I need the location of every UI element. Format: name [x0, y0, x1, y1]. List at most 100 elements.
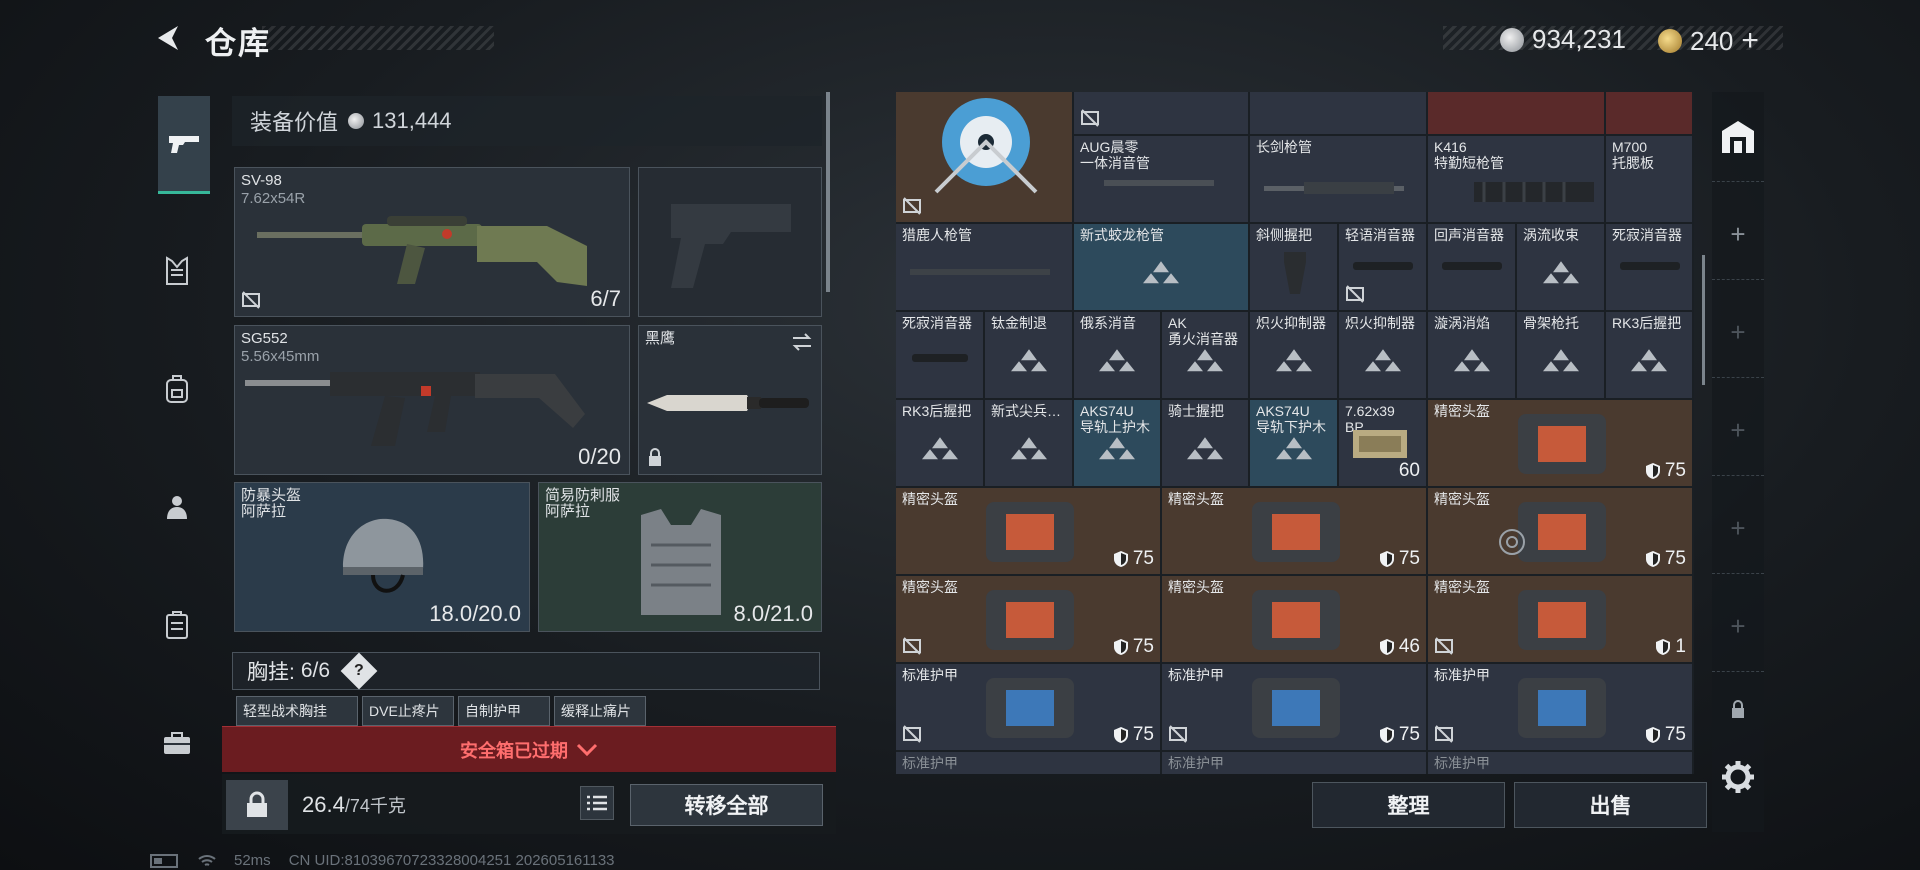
settings-button[interactable] [1712, 742, 1764, 812]
grid-item-helmet[interactable]: 精密头盔 75 [1162, 488, 1428, 576]
grid-item[interactable]: 钛金制退 [985, 312, 1074, 400]
grid-item-helmet[interactable]: 精密头盔 1 [1428, 576, 1694, 664]
vest-item-chip[interactable]: DVE止疼片 [362, 696, 454, 726]
grid-item-armor[interactable]: 标准护甲 [1162, 752, 1428, 774]
nav-toolbox[interactable] [158, 714, 196, 772]
loadout-scrollbar[interactable] [826, 92, 830, 292]
grid-item[interactable]: M700 托腮板 [1606, 136, 1694, 224]
item-name: AK 勇火消音器 [1168, 315, 1238, 347]
grid-item-armor[interactable]: 标准护甲 75 [1162, 664, 1428, 752]
grid-item[interactable]: 猎鹿人枪管 [896, 224, 1074, 312]
grid-item-armor[interactable]: 标准护甲 [896, 752, 1162, 774]
grid-item[interactable]: 涡流收束 [1517, 224, 1606, 312]
grid-item[interactable] [1606, 92, 1694, 136]
helmet-durability: 18.0/20.0 [429, 601, 521, 626]
warehouse-scrollbar[interactable] [1702, 255, 1705, 385]
nav-vest[interactable] [158, 242, 196, 300]
wifi-icon [198, 854, 216, 866]
grid-item-cable-reel[interactable] [896, 92, 1074, 224]
vest-item-chip[interactable]: 轻型战术胸挂 [236, 696, 358, 726]
grid-item[interactable]: 轻语消音器 [1339, 224, 1428, 312]
grid-item[interactable]: 俄系消音 [1074, 312, 1162, 400]
currency-premium[interactable]: 240 + [1658, 24, 1759, 58]
help-icon[interactable]: ? [340, 652, 378, 690]
lock-icon [649, 448, 661, 466]
item-name: 精密头盔 [1168, 579, 1224, 595]
item-name: 标准护甲 [1168, 667, 1224, 683]
grid-item-helmet[interactable]: 精密头盔 75 [1428, 400, 1694, 488]
grid-item[interactable]: 漩涡消焰 [1428, 312, 1517, 400]
nav-pouch[interactable] [158, 478, 196, 536]
nav-case[interactable] [158, 596, 196, 654]
nav-backpack[interactable] [158, 360, 196, 418]
grid-item[interactable]: 斜侧握把 [1250, 224, 1339, 312]
item-name: 骨架枪托 [1523, 315, 1579, 331]
safe-box-expired-banner[interactable]: 安全箱已过期 [222, 726, 836, 772]
grid-item[interactable] [1250, 92, 1428, 136]
grid-item[interactable]: RK3后握把 [1606, 312, 1694, 400]
grid-item-helmet[interactable]: 精密头盔 46 [1162, 576, 1428, 664]
vest-item-chip[interactable]: 缓释止痛片 [554, 696, 646, 726]
grid-item-armor[interactable]: 标准护甲 75 [1428, 664, 1694, 752]
grid-item[interactable]: 炽火抑制器 [1250, 312, 1339, 400]
rarity-placeholder-icon [1453, 349, 1490, 372]
pistol-slot-empty[interactable] [638, 167, 822, 317]
grid-item-helmet[interactable]: 精密头盔 75 [1428, 488, 1694, 576]
primary-weapon-slot[interactable]: SV-98 7.62x54R 6/7 [234, 167, 630, 317]
armor-slot[interactable]: 简易防刺服 阿萨拉 8.0/21.0 [538, 482, 822, 632]
add-page-button[interactable]: + [1712, 190, 1764, 280]
add-page-button[interactable]: + [1712, 582, 1764, 672]
grid-item[interactable]: AUG晨零 一体消音管 [1074, 136, 1250, 224]
grid-item[interactable] [1074, 92, 1250, 136]
grid-item[interactable]: 死寂消音器 [896, 312, 985, 400]
locked-page[interactable] [1712, 680, 1764, 740]
grid-item[interactable]: AKS74U 导轨下护木 [1250, 400, 1339, 488]
sort-button[interactable]: 整理 [1312, 782, 1505, 828]
nav-weapons[interactable] [158, 96, 210, 194]
grid-item[interactable]: RK3后握把 [896, 400, 985, 488]
rarity-placeholder-icon [1010, 349, 1047, 372]
add-page-button[interactable]: + [1712, 484, 1764, 574]
sell-button[interactable]: 出售 [1514, 782, 1707, 828]
item-name: 标准护甲 [902, 755, 958, 771]
grid-item[interactable]: AKS74U 导轨上护木 [1074, 400, 1162, 488]
grid-item[interactable]: AK 勇火消音器 [1162, 312, 1250, 400]
vest-item-chip[interactable]: 自制护甲 [458, 696, 550, 726]
no-insure-icon [903, 197, 921, 215]
rarity-placeholder-icon [921, 437, 958, 460]
warehouse-page-main[interactable] [1712, 92, 1764, 182]
grid-item[interactable]: 长剑枪管 [1250, 136, 1428, 224]
grid-item-armor[interactable]: 标准护甲 [1428, 752, 1694, 774]
transfer-all-button[interactable]: 转移全部 [630, 784, 823, 826]
grid-item[interactable]: 骑士握把 [1162, 400, 1250, 488]
item-name: 猎鹿人枪管 [902, 227, 972, 243]
grid-item[interactable]: 骨架枪托 [1517, 312, 1606, 400]
swap-icon[interactable] [791, 332, 813, 352]
add-page-button[interactable]: + [1712, 386, 1764, 476]
grid-item[interactable]: 新式尖兵… [985, 400, 1074, 488]
grid-item[interactable]: 炽火抑制器 [1339, 312, 1428, 400]
weight-lock-button[interactable] [226, 780, 288, 830]
melee-slot[interactable]: 黑鹰 [638, 325, 822, 475]
grid-item[interactable] [1428, 92, 1606, 136]
back-button[interactable] [150, 20, 186, 56]
add-page-button[interactable]: + [1712, 288, 1764, 378]
item-name: 骑士握把 [1168, 403, 1224, 419]
item-name: 俄系消音 [1080, 315, 1136, 331]
grid-item-helmet[interactable]: 精密头盔 75 [896, 488, 1162, 576]
current-weight: 26.4 [302, 792, 345, 817]
grid-item[interactable]: K416 特勤短枪管 [1428, 136, 1606, 224]
grid-item[interactable]: 回声消音器 [1428, 224, 1517, 312]
item-name: 精密头盔 [1434, 579, 1490, 595]
grid-item-armor[interactable]: 标准护甲 75 [896, 664, 1162, 752]
add-currency-button[interactable]: + [1741, 24, 1759, 58]
grid-item[interactable]: 新式蛟龙枪管 [1074, 224, 1250, 312]
shield-icon [1379, 639, 1394, 655]
grid-item-helmet[interactable]: 精密头盔 75 [896, 576, 1162, 664]
secondary-weapon-slot[interactable]: SG552 5.56x45mm 0/20 [234, 325, 630, 475]
ammo-count: 6/7 [590, 286, 621, 311]
helmet-slot[interactable]: 防暴头盔 阿萨拉 18.0/20.0 [234, 482, 530, 632]
list-view-button[interactable] [580, 786, 614, 820]
grid-item[interactable]: 死寂消音器 [1606, 224, 1694, 312]
grid-item-ammo[interactable]: 7.62x39 BP 60 [1339, 400, 1428, 488]
